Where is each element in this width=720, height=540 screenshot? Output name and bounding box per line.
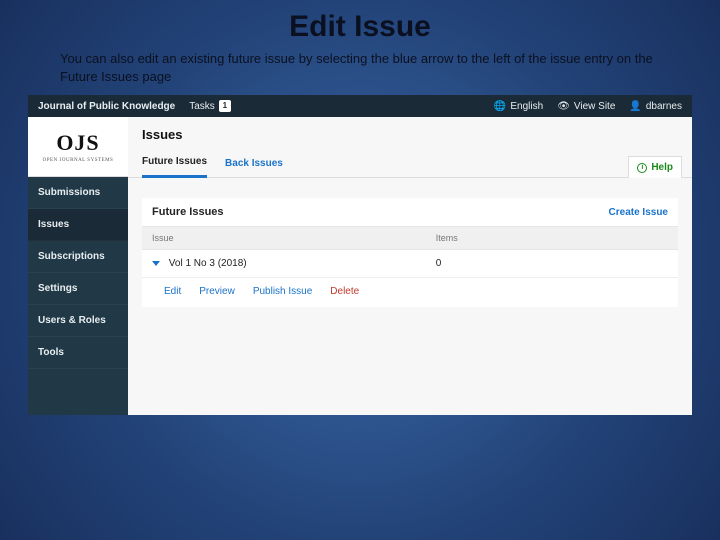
sidebar-item-subscriptions[interactable]: Subscriptions xyxy=(28,241,128,273)
page-heading: Issues xyxy=(128,117,692,146)
slide-description: You can also edit an existing future iss… xyxy=(0,50,720,95)
sidebar-item-settings[interactable]: Settings xyxy=(28,273,128,305)
user-icon: 👤 xyxy=(629,101,641,112)
help-label: Help xyxy=(651,162,673,173)
user-menu[interactable]: 👤 dbarnes xyxy=(629,101,682,112)
logo-text: OJS xyxy=(56,130,99,156)
tab-back-issues[interactable]: Back Issues xyxy=(225,152,283,177)
logo-subtext: OPEN JOURNAL SYSTEMS xyxy=(43,158,114,163)
tasks-label: Tasks xyxy=(189,101,215,112)
edit-action[interactable]: Edit xyxy=(164,286,181,297)
table-header: Issue Items xyxy=(142,226,678,250)
issue-items-count: 0 xyxy=(436,258,668,269)
row-actions: Edit Preview Publish Issue Delete xyxy=(142,278,678,307)
publish-action[interactable]: Publish Issue xyxy=(253,286,312,297)
preview-action[interactable]: Preview xyxy=(199,286,235,297)
logo[interactable]: OJS OPEN JOURNAL SYSTEMS xyxy=(28,117,128,177)
slide-title: Edit Issue xyxy=(0,0,720,50)
delete-action[interactable]: Delete xyxy=(330,286,359,297)
sidebar-item-tools[interactable]: Tools xyxy=(28,337,128,369)
help-button[interactable]: i Help xyxy=(628,156,682,178)
eye-icon: 👁 xyxy=(557,101,570,112)
tabs: Future Issues Back Issues i Help xyxy=(128,146,692,178)
topbar: Journal of Public Knowledge Tasks 1 🌐 En… xyxy=(28,95,692,117)
app-screenshot: Journal of Public Knowledge Tasks 1 🌐 En… xyxy=(28,95,692,415)
panel-title: Future Issues xyxy=(152,206,224,218)
view-site-label: View Site xyxy=(574,101,616,112)
expand-arrow-icon[interactable] xyxy=(152,261,160,266)
help-icon: i xyxy=(637,163,647,173)
sidebar-item-submissions[interactable]: Submissions xyxy=(28,177,128,209)
col-items-header: Items xyxy=(436,233,668,243)
sidebar-item-users-roles[interactable]: Users & Roles xyxy=(28,305,128,337)
tab-future-issues[interactable]: Future Issues xyxy=(142,150,207,178)
tasks-button[interactable]: Tasks 1 xyxy=(189,100,231,112)
tasks-count-badge: 1 xyxy=(219,100,231,112)
issue-title: Vol 1 No 3 (2018) xyxy=(169,258,247,269)
view-site-link[interactable]: 👁 View Site xyxy=(557,101,615,112)
username: dbarnes xyxy=(646,101,682,112)
sidebar: OJS OPEN JOURNAL SYSTEMS Submissions Iss… xyxy=(28,117,128,415)
issue-row[interactable]: Vol 1 No 3 (2018) 0 xyxy=(142,250,678,278)
future-issues-panel: Future Issues Create Issue Issue Items V… xyxy=(142,198,678,307)
journal-name[interactable]: Journal of Public Knowledge xyxy=(38,101,175,112)
globe-icon: 🌐 xyxy=(494,101,506,112)
create-issue-link[interactable]: Create Issue xyxy=(609,207,668,218)
col-issue-header: Issue xyxy=(152,233,436,243)
language-label: English xyxy=(510,101,543,112)
sidebar-item-issues[interactable]: Issues xyxy=(28,209,128,241)
language-switcher[interactable]: 🌐 English xyxy=(494,101,543,112)
main-content: Issues Future Issues Back Issues i Help … xyxy=(128,117,692,415)
